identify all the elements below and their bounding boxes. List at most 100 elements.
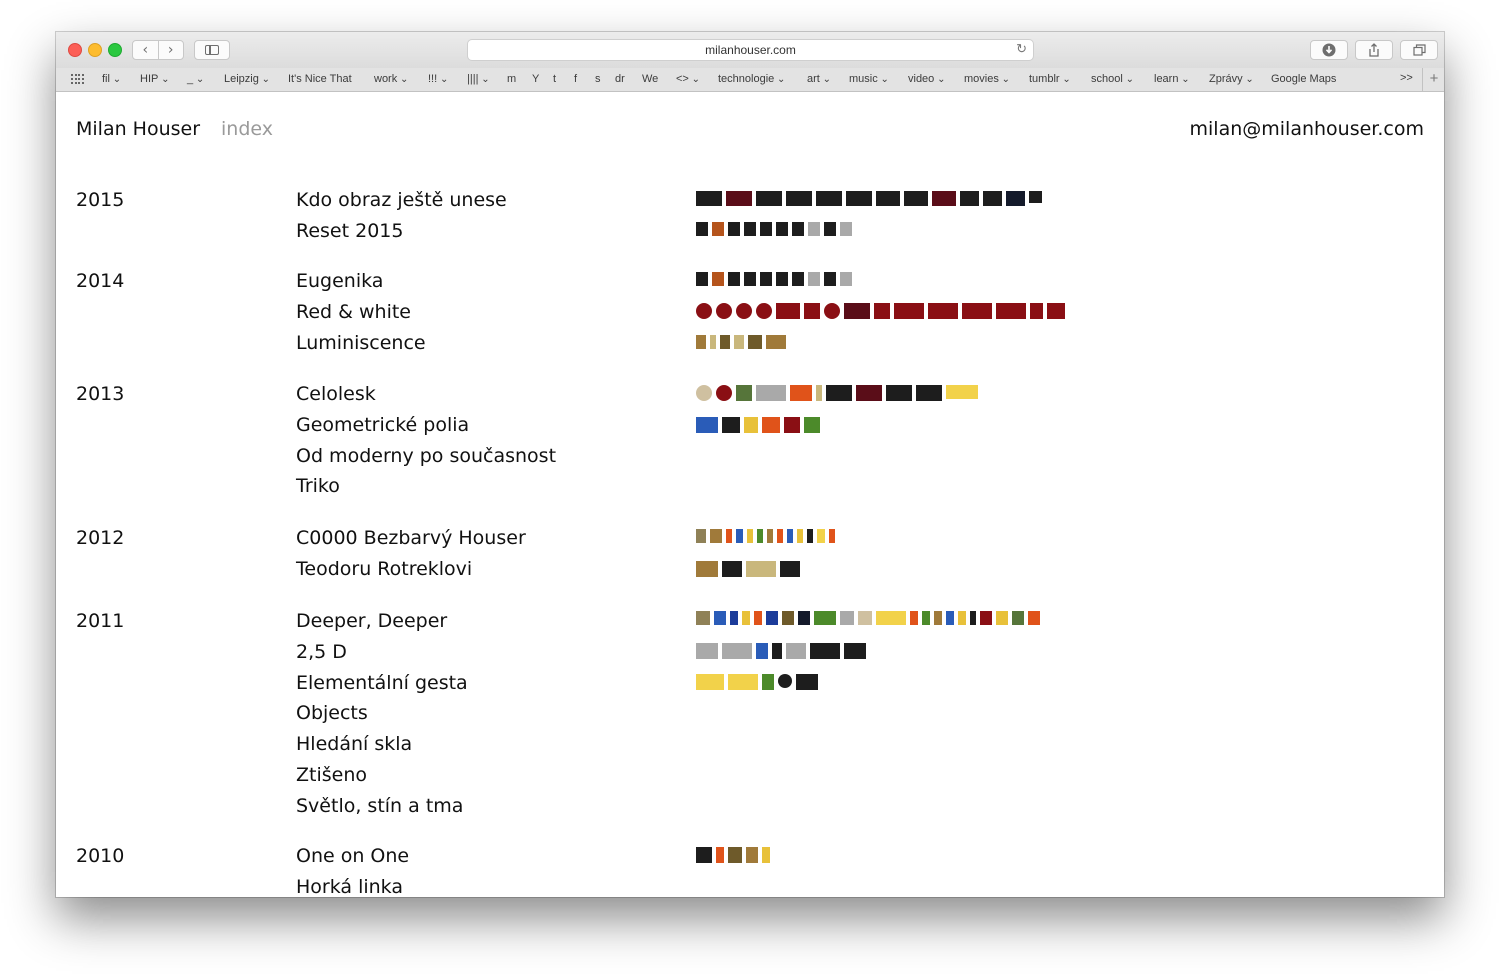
project-link[interactable]: Objects	[296, 702, 368, 724]
project-thumbnail[interactable]	[778, 674, 792, 688]
bookmark-item[interactable]: learn ⌄	[1154, 73, 1190, 85]
project-thumbnail[interactable]	[786, 191, 812, 206]
chevron-left-icon[interactable]: ‹	[133, 41, 158, 59]
bookmark-item[interactable]: |||| ⌄	[467, 73, 490, 85]
project-thumbnail[interactable]	[1006, 191, 1025, 206]
project-thumbnail[interactable]	[904, 191, 928, 206]
project-thumbnail[interactable]	[946, 611, 954, 625]
bookmark-item[interactable]: <> ⌄	[676, 73, 700, 85]
project-thumbnail[interactable]	[716, 385, 732, 401]
bookmark-item[interactable]: school ⌄	[1091, 73, 1134, 85]
project-link[interactable]: Hledání skla	[296, 733, 412, 755]
bookmark-item[interactable]: It's Nice That	[288, 73, 352, 85]
project-thumbnail[interactable]	[1030, 303, 1043, 319]
project-thumbnail[interactable]	[754, 611, 762, 625]
bookmark-item[interactable]: m	[507, 73, 516, 85]
project-thumbnail[interactable]	[1012, 611, 1024, 625]
bookmark-item[interactable]: Leipzig ⌄	[224, 73, 270, 85]
project-thumbnail[interactable]	[797, 529, 803, 543]
email-link[interactable]: milan@milanhouser.com	[1190, 118, 1425, 140]
project-thumbnail[interactable]	[784, 417, 800, 433]
project-thumbnail[interactable]	[744, 272, 756, 286]
project-thumbnail[interactable]	[722, 417, 740, 433]
project-thumbnail[interactable]	[762, 674, 774, 690]
project-thumbnail[interactable]	[958, 611, 966, 625]
project-link[interactable]: Red & white	[296, 301, 411, 323]
project-thumbnail[interactable]	[928, 303, 958, 319]
project-thumbnail[interactable]	[696, 303, 712, 319]
project-thumbnail[interactable]	[767, 529, 773, 543]
project-thumbnail[interactable]	[766, 335, 786, 349]
nav-index-link[interactable]: index	[221, 118, 273, 140]
project-thumbnail[interactable]	[726, 529, 732, 543]
project-thumbnail[interactable]	[776, 272, 788, 286]
project-thumbnail[interactable]	[728, 847, 742, 863]
project-thumbnail[interactable]	[696, 417, 718, 433]
project-thumbnail[interactable]	[970, 611, 976, 625]
project-thumbnail[interactable]	[696, 191, 722, 206]
bookmark-item[interactable]: tumblr ⌄	[1029, 73, 1071, 85]
bookmark-item[interactable]: technologie ⌄	[718, 73, 785, 85]
share-button[interactable]	[1355, 40, 1393, 60]
project-thumbnail[interactable]	[808, 222, 820, 236]
bookmark-item[interactable]: art ⌄	[807, 73, 831, 85]
project-thumbnail[interactable]	[856, 385, 882, 401]
project-thumbnail[interactable]	[736, 303, 752, 319]
project-thumbnail[interactable]	[983, 191, 1002, 206]
project-thumbnail[interactable]	[932, 191, 956, 206]
project-thumbnail[interactable]	[886, 385, 912, 401]
project-link[interactable]: 2,5 D	[296, 641, 347, 663]
project-link[interactable]: Geometrické polia	[296, 414, 469, 436]
project-link[interactable]: Teodoru Rotreklovi	[296, 558, 472, 580]
project-thumbnail[interactable]	[804, 303, 820, 319]
bookmark-item[interactable]: movies ⌄	[964, 73, 1010, 85]
project-thumbnail[interactable]	[742, 611, 750, 625]
project-thumbnail[interactable]	[696, 335, 706, 349]
project-thumbnail[interactable]	[980, 611, 992, 625]
project-thumbnail[interactable]	[962, 303, 992, 319]
project-thumbnail[interactable]	[736, 529, 743, 543]
project-thumbnail[interactable]	[696, 222, 708, 236]
project-thumbnail[interactable]	[722, 561, 742, 577]
project-thumbnail[interactable]	[728, 222, 740, 236]
project-thumbnail[interactable]	[996, 303, 1026, 319]
project-thumbnail[interactable]	[756, 303, 772, 319]
bookmark-item[interactable]: video ⌄	[908, 73, 945, 85]
project-link[interactable]: C0000 Bezbarvý Houser	[296, 527, 526, 549]
project-thumbnail[interactable]	[910, 611, 918, 625]
project-thumbnail[interactable]	[824, 303, 840, 319]
project-thumbnail[interactable]	[780, 561, 800, 577]
project-thumbnail[interactable]	[714, 611, 726, 625]
site-title[interactable]: Milan Houser	[76, 118, 200, 140]
project-thumbnail[interactable]	[824, 272, 836, 286]
apps-grid-icon[interactable]	[71, 74, 84, 85]
project-thumbnail[interactable]	[787, 529, 793, 543]
project-thumbnail[interactable]	[756, 191, 782, 206]
project-thumbnail[interactable]	[792, 222, 804, 236]
project-link[interactable]: Horká linka	[296, 876, 403, 897]
project-thumbnail[interactable]	[756, 643, 768, 659]
project-thumbnail[interactable]	[810, 643, 840, 659]
project-thumbnail[interactable]	[720, 335, 730, 349]
project-link[interactable]: Eugenika	[296, 270, 383, 292]
download-button[interactable]	[1310, 40, 1348, 60]
bookmark-item[interactable]: dr	[615, 73, 625, 85]
bookmark-item[interactable]: work ⌄	[374, 73, 408, 85]
bookmark-item[interactable]: s	[595, 73, 601, 85]
project-thumbnail[interactable]	[766, 611, 778, 625]
project-thumbnail[interactable]	[996, 611, 1008, 625]
project-thumbnail[interactable]	[716, 303, 732, 319]
minimize-window-button[interactable]	[88, 43, 102, 57]
address-bar[interactable]: milanhouser.com ↻	[467, 39, 1034, 61]
project-thumbnail[interactable]	[844, 303, 870, 319]
project-link[interactable]: Luminiscence	[296, 332, 426, 354]
bookmark-item[interactable]: We	[642, 73, 658, 85]
maximize-window-button[interactable]	[108, 43, 122, 57]
bookmark-item[interactable]: _ ⌄	[187, 73, 204, 85]
project-thumbnail[interactable]	[916, 385, 942, 401]
project-thumbnail[interactable]	[696, 611, 710, 625]
project-thumbnail[interactable]	[792, 272, 804, 286]
bookmark-item[interactable]: Y	[532, 73, 539, 85]
project-thumbnail[interactable]	[776, 303, 800, 319]
project-link[interactable]: Triko	[296, 475, 340, 497]
